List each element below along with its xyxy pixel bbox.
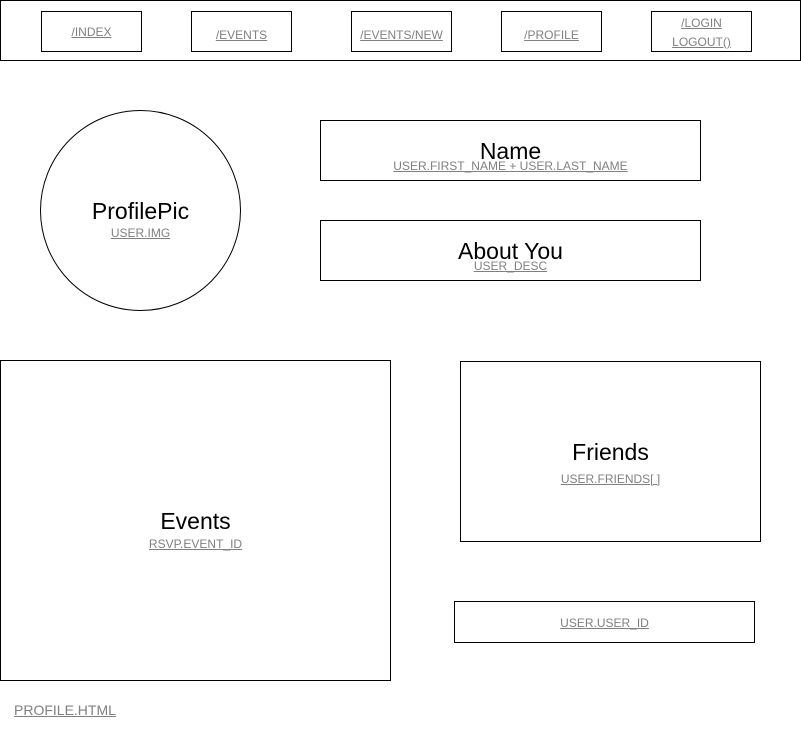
nav-events-link[interactable]: /EVENTS	[192, 27, 291, 43]
profile-pic-placeholder: ProfilePic USER.IMG	[40, 110, 241, 311]
nav-bar: /INDEX /EVENTS /EVENTS/NEW /PROFILE /LOG…	[0, 0, 801, 61]
friends-binding: USER.FRIENDS[ ]	[560, 472, 661, 486]
friends-box: Friends USER.FRIENDS[ ]	[460, 361, 761, 542]
profile-pic-title: ProfilePic	[91, 198, 190, 224]
user-id-binding: USER.USER_ID	[560, 616, 649, 630]
nav-index-link[interactable]: /INDEX	[42, 24, 141, 40]
nav-profile-button[interactable]: /PROFILE	[501, 11, 602, 52]
events-title: Events	[160, 508, 231, 534]
nav-events-new-link[interactable]: /EVENTS/NEW	[352, 27, 451, 43]
nav-profile-link[interactable]: /PROFILE	[502, 27, 601, 43]
nav-login-button[interactable]: /LOGIN LOGOUT()	[651, 11, 752, 52]
name-box: Name USER.FIRST_NAME + USER.LAST_NAME	[320, 120, 701, 181]
events-box: Events RSVP.EVENT_ID	[0, 360, 391, 681]
user-id-box: USER.USER_ID	[454, 601, 755, 643]
nav-logout-link[interactable]: LOGOUT()	[652, 34, 751, 50]
nav-events-button[interactable]: /EVENTS	[191, 11, 292, 52]
about-box: About You USER_DESC	[320, 220, 701, 281]
friends-title: Friends	[572, 439, 649, 465]
page-label: PROFILE.HTML	[14, 702, 116, 718]
events-binding: RSVP.EVENT_ID	[148, 537, 243, 551]
profile-pic-binding: USER.IMG	[110, 226, 171, 240]
nav-events-new-button[interactable]: /EVENTS/NEW	[351, 11, 452, 52]
nav-index-button[interactable]: /INDEX	[41, 11, 142, 52]
about-binding: USER_DESC	[473, 259, 548, 273]
name-binding: USER.FIRST_NAME + USER.LAST_NAME	[393, 159, 628, 173]
nav-login-link[interactable]: /LOGIN	[652, 15, 751, 31]
